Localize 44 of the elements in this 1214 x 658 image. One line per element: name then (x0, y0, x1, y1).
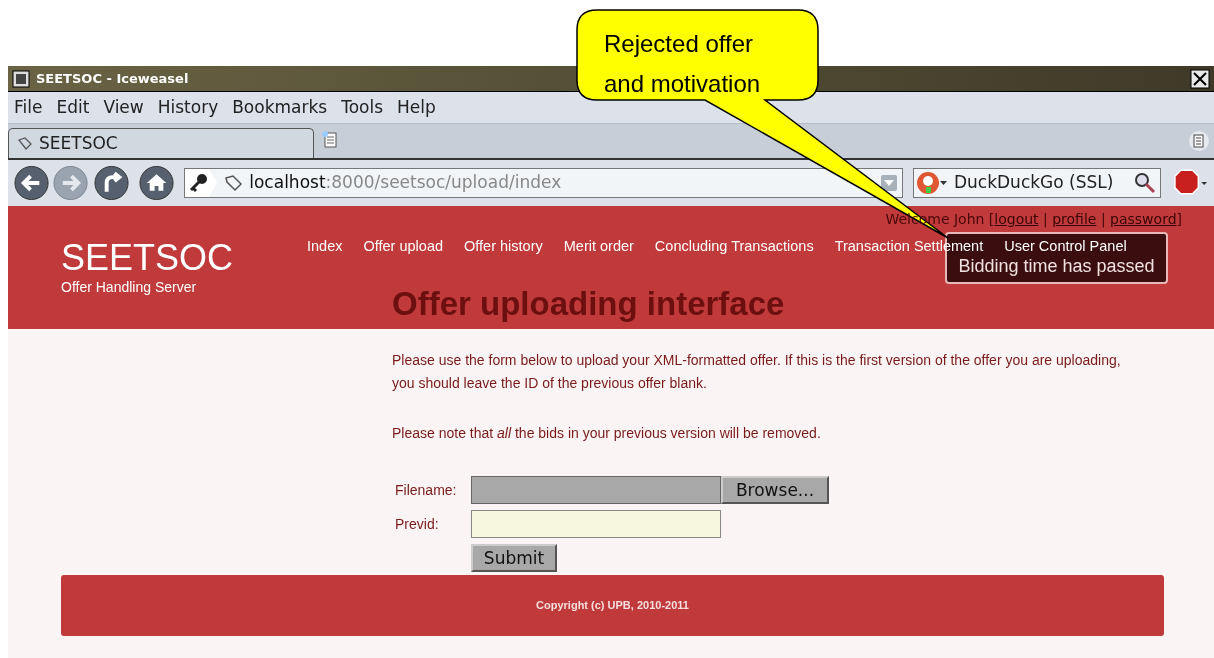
nav-link[interactable]: Merit order (563, 236, 634, 258)
search-field[interactable]: DuckDuckGo (SSL) (912, 168, 1161, 198)
back-icon[interactable] (14, 165, 50, 201)
nav-link[interactable]: Offer upload (363, 236, 444, 258)
close-icon[interactable] (1190, 68, 1210, 89)
paragraph: Please note that all the bids in your previous version will be removed. (392, 424, 822, 443)
nav-link[interactable]: Index (307, 236, 343, 258)
menu-item[interactable]: Bookmarks (232, 94, 328, 121)
nav-link[interactable]: User Control Panel (1004, 236, 1127, 258)
field-label: Previd: (395, 514, 440, 534)
previd-field[interactable] (471, 510, 721, 538)
forward-icon (53, 165, 89, 201)
callout-text: Rejected offer and motivation (604, 29, 761, 99)
menu-item[interactable]: Tools (341, 94, 384, 121)
menu-item[interactable]: History (157, 94, 219, 121)
menu-item[interactable]: File (14, 94, 43, 121)
search-icon[interactable] (1133, 172, 1156, 194)
address-field[interactable]: localhost:8000/seetsoc/upload/index (184, 168, 903, 198)
reload-icon[interactable] (94, 165, 130, 201)
tag-icon (223, 173, 244, 193)
paragraph: Please use the form below to upload your XML-formatted offer. If this is the first version of the offer you are uploading, you should leave the ID of the previous offer blank. (392, 351, 1122, 393)
browser-tab[interactable]: SEETSOC (8, 128, 314, 158)
dropdown-icon[interactable] (879, 174, 898, 192)
page-heading: Offer uploading interface (392, 284, 785, 324)
window-title: SEETSOC - Iceweasel (36, 69, 189, 88)
site-logo: SEETSOC (61, 239, 234, 277)
menu-item[interactable]: Edit (56, 94, 90, 121)
window-menu-icon[interactable] (12, 69, 30, 88)
home-icon[interactable] (139, 165, 175, 201)
site-tagline: Offer Handling Server (61, 278, 198, 297)
tab-list-icon[interactable] (1188, 130, 1210, 152)
nav-link[interactable]: Concluding Transactions (654, 236, 814, 258)
new-tab-icon[interactable] (320, 130, 340, 150)
tag-icon (17, 135, 33, 152)
nav-link[interactable]: Offer history (464, 236, 543, 258)
submit-button[interactable]: Submit (471, 544, 557, 572)
browse-button[interactable]: Browse... (721, 476, 829, 504)
filename-field[interactable] (471, 476, 721, 504)
url-text: localhost:8000/seetsoc/upload/index (249, 171, 562, 195)
menu-item[interactable]: Help (397, 94, 436, 121)
field-label: Filename: (395, 480, 458, 500)
key-icon[interactable] (185, 169, 218, 197)
menu-item[interactable]: View (103, 94, 144, 121)
copyright-text: Copyright (c) UPB, 2010-2011 (536, 598, 689, 614)
